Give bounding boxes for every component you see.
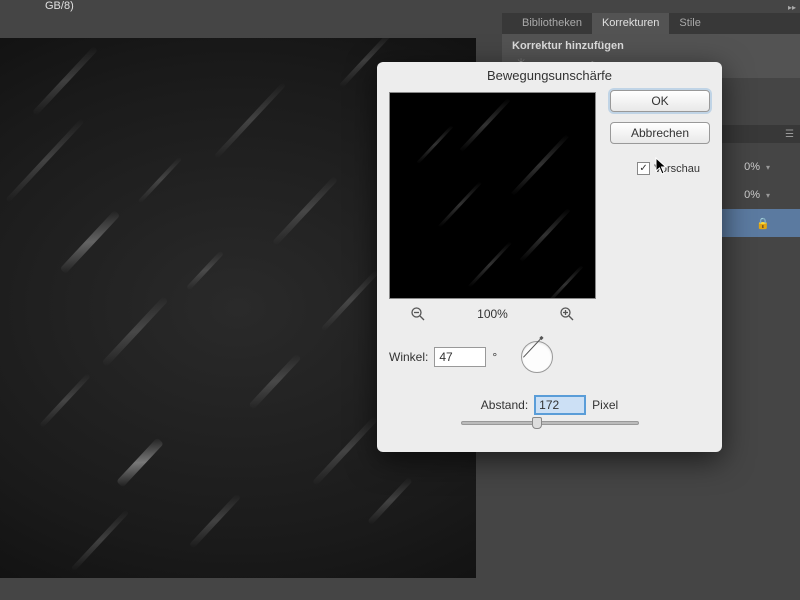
distance-slider-thumb[interactable] bbox=[532, 417, 542, 429]
distance-slider[interactable] bbox=[461, 421, 639, 425]
distance-row: Abstand: Pixel bbox=[389, 395, 710, 415]
ok-button[interactable]: OK bbox=[610, 90, 710, 112]
angle-input[interactable] bbox=[434, 347, 486, 367]
preview-checkbox[interactable]: ✓ bbox=[637, 162, 650, 175]
dialog-buttons: OK Abbrechen bbox=[610, 90, 710, 144]
zoom-in-icon[interactable] bbox=[558, 305, 576, 323]
cancel-button[interactable]: Abbrechen bbox=[610, 122, 710, 144]
angle-row: Winkel: ° bbox=[389, 341, 710, 373]
distance-label: Abstand: bbox=[481, 398, 528, 412]
filter-preview[interactable] bbox=[389, 92, 596, 299]
motion-blur-dialog: Bewegungsunschärfe 100% Winkel: ° bbox=[377, 62, 722, 452]
adjustments-panel-tabs: Bibliotheken Korrekturen Stile bbox=[502, 13, 800, 34]
zoom-controls: 100% bbox=[389, 305, 596, 323]
lock-icon: 🔒 bbox=[756, 217, 770, 230]
document-tab-title: GB/8) bbox=[0, 0, 74, 15]
zoom-out-icon[interactable] bbox=[409, 305, 427, 323]
degree-symbol: ° bbox=[492, 350, 497, 364]
distance-unit: Pixel bbox=[592, 398, 618, 412]
adjustments-title: Korrektur hinzufügen bbox=[512, 40, 790, 52]
panel-menu-icon[interactable]: ☰ bbox=[785, 129, 794, 140]
zoom-level: 100% bbox=[477, 307, 508, 321]
tab-stile[interactable]: Stile bbox=[669, 13, 710, 34]
panel-collapse-icon[interactable]: ▸▸ bbox=[788, 3, 796, 12]
preview-checkbox-label: Vorschau bbox=[654, 163, 700, 175]
dialog-title: Bewegungsunschärfe bbox=[377, 62, 722, 87]
layer-value-2: 0% bbox=[744, 189, 760, 201]
chevron-down-icon[interactable]: ▾ bbox=[766, 163, 770, 172]
tab-korrekturen[interactable]: Korrekturen bbox=[592, 13, 669, 34]
chevron-down-icon[interactable]: ▾ bbox=[766, 191, 770, 200]
angle-label: Winkel: bbox=[389, 350, 428, 364]
distance-input[interactable] bbox=[534, 395, 586, 415]
angle-dial[interactable] bbox=[521, 341, 553, 373]
tab-bibliotheken[interactable]: Bibliotheken bbox=[512, 13, 592, 34]
preview-checkbox-row[interactable]: ✓ Vorschau bbox=[637, 162, 700, 175]
layer-value-1: 0% bbox=[744, 161, 760, 173]
